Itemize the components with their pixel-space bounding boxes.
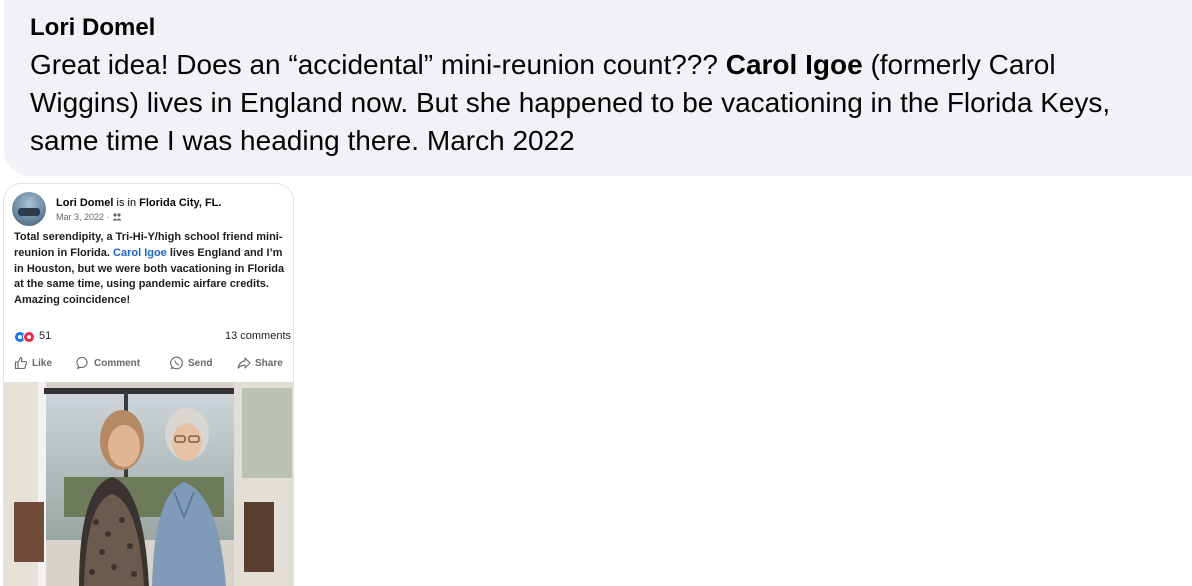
thumbs-up-icon: [14, 356, 27, 370]
share-label: Share: [255, 357, 283, 369]
comment-action: Comment: [76, 356, 140, 370]
like-label: Like: [32, 357, 53, 369]
share-action: Share: [237, 356, 283, 370]
share-icon: [237, 357, 251, 369]
shared-post-tag: Carol Igoe: [113, 246, 167, 259]
comment-icon: [76, 356, 88, 370]
reaction-count: 51: [39, 330, 52, 342]
shared-post-body: Total serendipity, a Tri-Hi-Y/high schoo…: [14, 230, 292, 309]
shared-post-author: Lori Domel: [56, 197, 114, 209]
shared-post-header: Lori Domel is in Florida City, FL. Mar 3…: [12, 192, 286, 228]
shared-post-reactions: 51 13 comments: [14, 329, 291, 345]
shared-post-screenshot[interactable]: Lori Domel is in Florida City, FL. Mar 3…: [3, 183, 294, 586]
comment-mention[interactable]: Carol Igoe: [726, 49, 863, 80]
like-action: Like: [14, 356, 52, 370]
shared-post-location: Florida City, FL.: [139, 197, 222, 209]
comment-label: Comment: [94, 357, 141, 369]
shared-post-is-in: is in: [116, 197, 137, 209]
avatar: [12, 192, 46, 226]
comment-text-before: Great idea! Does an “accidental” mini-re…: [30, 49, 718, 80]
send-action: Send: [170, 356, 212, 370]
shared-post-date: Mar 3, 2022 ·: [56, 212, 110, 222]
friends-icon: [112, 213, 122, 221]
comment-text: Great idea! Does an “accidental” mini-re…: [30, 46, 1170, 160]
post-photo: [4, 382, 293, 586]
send-label: Send: [188, 357, 213, 369]
shared-post-meta: Mar 3, 2022 ·: [56, 211, 122, 223]
shared-post-author-line: Lori Domel is in Florida City, FL.: [56, 196, 221, 210]
whatsapp-icon: [170, 356, 183, 370]
comment-author[interactable]: Lori Domel: [30, 12, 1172, 44]
comments-count: 13 comments: [224, 330, 291, 342]
love-reaction-icon: [23, 331, 35, 343]
comment-bubble: Lori Domel Great idea! Does an “accident…: [4, 0, 1192, 176]
photo-two-women: [4, 382, 293, 586]
shared-post-actions: Like Comment Send Share: [12, 356, 292, 374]
